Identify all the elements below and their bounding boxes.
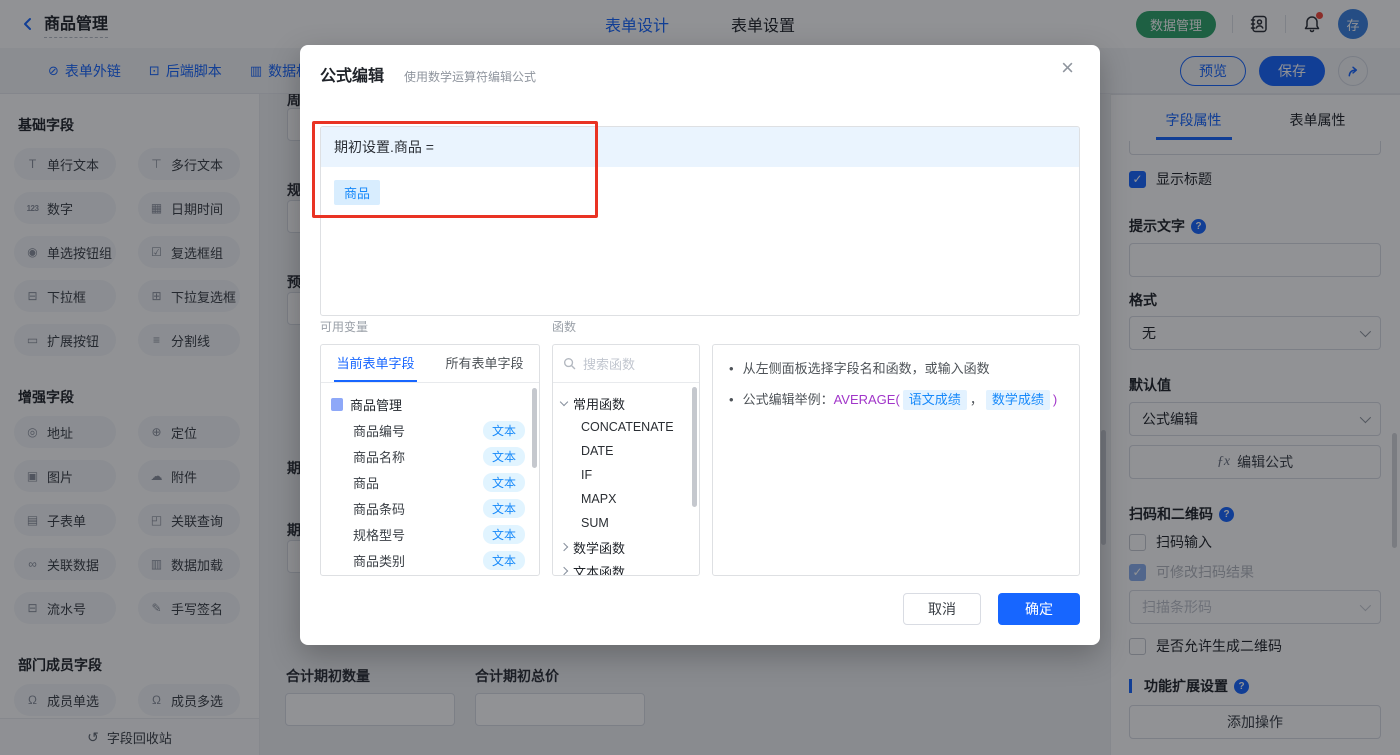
variable-row[interactable]: 商品条码 文本 (331, 495, 531, 521)
function-search-input[interactable]: 搜索函数 (553, 345, 699, 383)
chevron-right-icon (559, 566, 569, 575)
function-group-math[interactable]: 数学函数 (559, 535, 693, 559)
function-item[interactable]: MAPX (561, 487, 693, 511)
formula-editor[interactable]: 期初设置.商品 = 商品 (320, 126, 1080, 316)
variables-scrollbar[interactable] (532, 388, 537, 468)
type-badge: 文本 (482, 524, 525, 544)
function-item[interactable]: IF (561, 463, 693, 487)
tip-example-line: • 公式编辑举例：AVERAGE(语文成绩，数学成绩) (729, 390, 1063, 410)
tip-line: • 从左侧面板选择字段名和函数，或输入函数 (729, 361, 990, 376)
tips-panel: • 从左侧面板选择字段名和函数，或输入函数 • 公式编辑举例：AVERAGE(语… (712, 344, 1080, 576)
tab-current-form-fields[interactable]: 当前表单字段 (334, 345, 417, 382)
formula-lhs: 期初设置.商品 = (321, 127, 1079, 167)
modal-title: 公式编辑 (320, 68, 385, 85)
function-group-common[interactable]: 常用函数 (559, 391, 693, 415)
formula-field-token[interactable]: 商品 (334, 180, 381, 205)
functions-scrollbar[interactable] (692, 387, 697, 507)
type-badge: 文本 (482, 472, 525, 492)
functions-panel: 搜索函数 常用函数 CONCATENATE DATE IF MAPX SUM 数… (552, 344, 700, 576)
type-badge: 文本 (482, 498, 525, 518)
function-item[interactable]: DATE (561, 439, 693, 463)
variable-row[interactable]: 商品类别 文本 (331, 547, 531, 573)
type-badge: 文本 (482, 550, 525, 570)
tab-all-form-fields[interactable]: 所有表单字段 (443, 345, 525, 382)
search-icon (563, 357, 576, 370)
chevron-right-icon (559, 542, 569, 552)
confirm-button[interactable]: 确定 (998, 593, 1080, 625)
cancel-button[interactable]: 取消 (903, 593, 981, 625)
search-placeholder: 搜索函数 (583, 357, 636, 372)
variables-tree-root[interactable]: 商品管理 (331, 391, 531, 417)
modal-subtitle: 使用数学运算符编辑公式 (404, 70, 537, 84)
variable-row[interactable]: 规格型号 文本 (331, 521, 531, 547)
type-badge: 文本 (482, 446, 525, 466)
type-badge: 文本 (482, 420, 525, 440)
variable-row[interactable]: 商品 文本 (331, 469, 531, 495)
formula-edit-modal: 公式编辑 使用数学运算符编辑公式 × 期初设置.商品 = 商品 可用变量 函数 … (300, 45, 1100, 645)
example-field-tag: 语文成绩 (902, 390, 967, 410)
function-group-text[interactable]: 文本函数 (559, 559, 693, 575)
variables-caption: 可用变量 (320, 320, 369, 334)
function-item[interactable]: SUM (561, 511, 693, 535)
variables-panel: 当前表单字段 所有表单字段 商品管理 商品编号 文本 商品名称 文本 商品 文本 商品… (320, 344, 540, 576)
function-item[interactable]: CONCATENATE (561, 415, 693, 439)
variable-row[interactable]: 商品名称 文本 (331, 443, 531, 469)
close-icon[interactable]: × (1061, 57, 1074, 79)
functions-caption: 函数 (552, 320, 577, 334)
form-doc-icon (331, 397, 343, 411)
chevron-down-icon (559, 397, 569, 406)
variable-row[interactable]: 商品编号 文本 (331, 417, 531, 443)
example-field-tag: 数学成绩 (985, 390, 1050, 410)
